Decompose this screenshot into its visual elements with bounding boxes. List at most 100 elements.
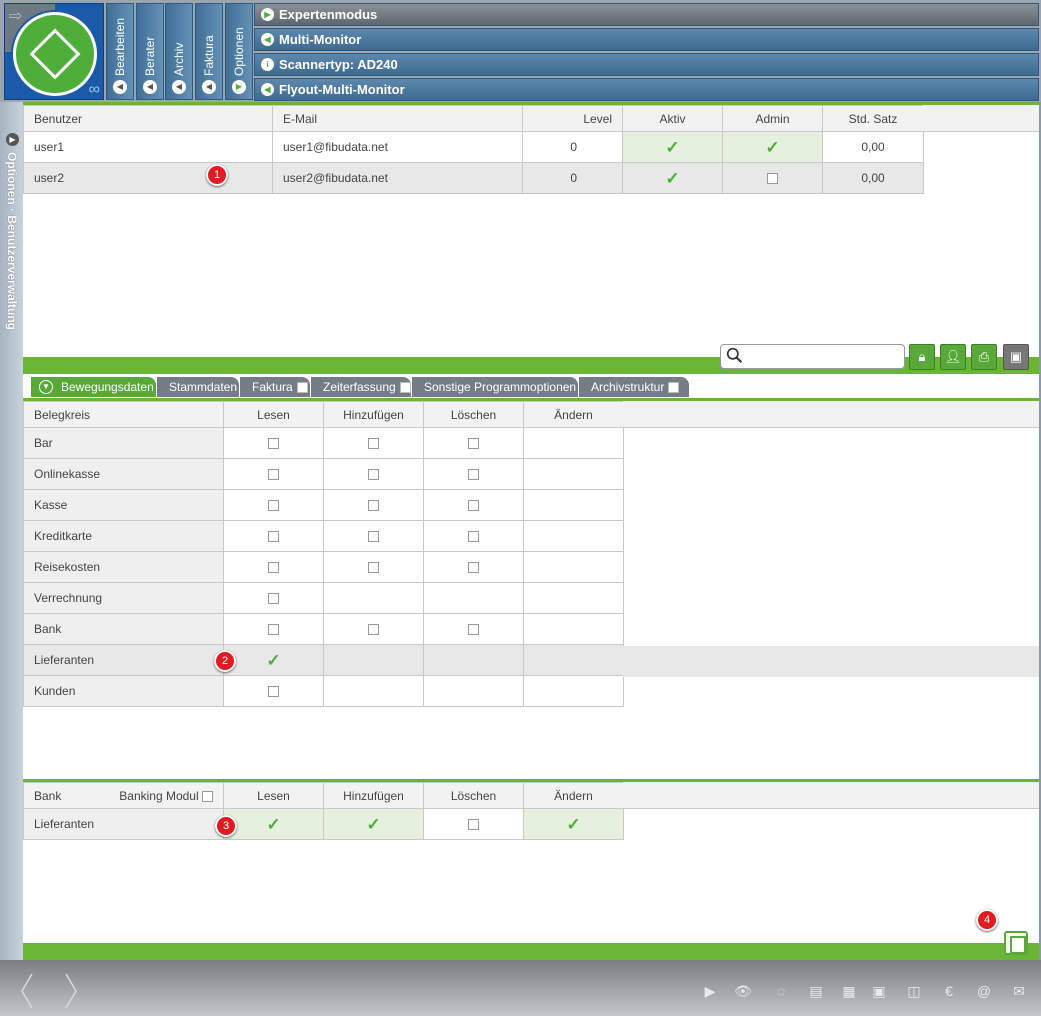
hinzufuegen-cell[interactable] — [323, 520, 424, 552]
loeschen-checkbox[interactable] — [468, 819, 479, 831]
loeschen-cell[interactable] — [423, 520, 524, 552]
lesen-checkbox[interactable] — [268, 469, 279, 481]
lesen-checkbox[interactable] — [268, 500, 279, 512]
lesen-checkbox[interactable] — [268, 686, 279, 698]
loeschen-checkbox[interactable] — [468, 624, 479, 636]
table-row[interactable]: user2 user2@fibudata.net 0 ✓ 0,00 — [23, 162, 924, 194]
tab-stammdaten[interactable]: Stammdaten — [157, 377, 239, 397]
highlight-icon[interactable]: ◌ — [772, 982, 790, 1000]
aktiv-cell[interactable]: ✓ — [622, 162, 723, 194]
print-button[interactable]: ⎙ — [971, 344, 997, 370]
sidebar-tab-optionen[interactable]: Optionen ▶ — [225, 3, 253, 100]
menu-flyout-multi-monitor[interactable]: ◀ Flyout-Multi-Monitor — [254, 78, 1039, 101]
col-header[interactable]: Benutzer — [23, 105, 273, 132]
lesen-checkbox[interactable] — [268, 624, 279, 636]
side-strip[interactable]: ▶ Optionen · Benutzerverwaltung — [0, 102, 23, 960]
document-icon[interactable]: ▤ — [807, 982, 825, 1000]
loeschen-checkbox[interactable] — [468, 438, 479, 450]
lesen-checkbox[interactable] — [268, 562, 279, 574]
menu-scannertyp[interactable]: i Scannertyp: AD240 — [254, 53, 1039, 76]
lock-button[interactable]: 🔒︎ — [909, 344, 935, 370]
col-header[interactable]: Level — [522, 105, 623, 132]
loeschen-checkbox[interactable] — [468, 469, 479, 481]
menu-multi-monitor[interactable]: ◀ Multi-Monitor — [254, 28, 1039, 51]
save-toolbar-button[interactable]: ▣ — [1003, 344, 1029, 370]
loeschen-cell[interactable] — [423, 427, 524, 459]
lesen-cell[interactable] — [223, 551, 324, 583]
nav-back-icon[interactable] — [20, 972, 34, 1010]
lesen-cell[interactable] — [223, 520, 324, 552]
loeschen-checkbox[interactable] — [468, 562, 479, 574]
tab-checkbox[interactable] — [399, 382, 411, 394]
hinzufuegen-checkbox[interactable] — [368, 624, 379, 636]
banking-modul-option[interactable]: Banking Modul — [119, 789, 213, 803]
hinzufuegen-cell[interactable] — [323, 551, 424, 583]
lesen-cell[interactable] — [223, 675, 324, 707]
check-icon[interactable]: ✓ — [665, 139, 679, 156]
app-logo[interactable]: ⇨ ∞ — [4, 3, 104, 100]
admin-cell[interactable] — [722, 162, 823, 194]
youtube-icon[interactable]: ▶ — [701, 982, 719, 1000]
hinzufuegen-checkbox[interactable] — [368, 531, 379, 543]
tab-archivstruktur[interactable]: Archivstruktur — [579, 377, 689, 397]
col-header[interactable]: Std. Satz — [822, 105, 924, 132]
lesen-checkbox[interactable] — [268, 438, 279, 450]
hinzufuegen-cell[interactable] — [323, 427, 424, 459]
save-icon[interactable]: ▣ — [870, 982, 888, 1000]
search-input[interactable] — [720, 344, 905, 369]
chevron-right-icon[interactable]: ▶ — [6, 133, 19, 146]
aendern-cell[interactable]: ✓ — [523, 808, 624, 840]
col-header[interactable]: Admin — [722, 105, 823, 132]
sidebar-tab-bearbeiten[interactable]: Bearbeiten ◀ — [106, 3, 134, 100]
col-header[interactable]: Aktiv — [622, 105, 723, 132]
lesen-cell[interactable] — [223, 613, 324, 645]
mail-icon[interactable]: ✉ — [1010, 982, 1028, 1000]
hinzufuegen-checkbox[interactable] — [368, 500, 379, 512]
euro-icon[interactable]: € — [940, 982, 958, 1000]
tab-sonstige-programmoptionen[interactable]: Sonstige Programmoptionen — [412, 377, 578, 397]
sidebar-tab-berater[interactable]: Berater ◀ — [136, 3, 164, 100]
add-user-button[interactable]: 👤︎ — [940, 344, 966, 370]
tab-faktura[interactable]: Faktura — [240, 377, 310, 397]
save-button[interactable] — [1004, 931, 1028, 955]
sidebar-tab-faktura[interactable]: Faktura ◀ — [195, 3, 223, 100]
lesen-cell[interactable] — [223, 427, 324, 459]
col-header[interactable]: E-Mail — [272, 105, 523, 132]
loeschen-cell[interactable] — [423, 489, 524, 521]
eye-icon[interactable]: 👁︎ — [734, 982, 752, 1000]
edit-document-icon[interactable]: ▦ — [840, 982, 858, 1000]
tab-zeiterfassung[interactable]: Zeiterfassung — [311, 377, 411, 397]
check-icon[interactable]: ✓ — [266, 816, 280, 833]
lesen-checkbox[interactable] — [268, 531, 279, 543]
loeschen-checkbox[interactable] — [468, 500, 479, 512]
banking-modul-checkbox[interactable] — [202, 790, 213, 802]
check-icon[interactable]: ✓ — [266, 652, 280, 669]
menu-expertenmodus[interactable]: ▶ Expertenmodus — [254, 3, 1039, 26]
nav-forward-icon[interactable] — [64, 972, 78, 1010]
admin-cell[interactable]: ✓ — [722, 131, 823, 163]
hinzufuegen-cell[interactable] — [323, 613, 424, 645]
hinzufuegen-cell[interactable] — [323, 489, 424, 521]
aktiv-cell[interactable]: ✓ — [622, 131, 723, 163]
check-icon[interactable]: ✓ — [665, 170, 679, 187]
hinzufuegen-checkbox[interactable] — [368, 562, 379, 574]
tab-checkbox[interactable] — [296, 382, 308, 394]
at-icon[interactable]: @ — [975, 982, 993, 1000]
loeschen-cell[interactable] — [423, 808, 524, 840]
loeschen-cell[interactable] — [423, 613, 524, 645]
hinzufuegen-cell[interactable]: ✓ — [323, 808, 424, 840]
check-icon[interactable]: ✓ — [366, 816, 380, 833]
tab-bewegungsdaten[interactable]: ▼ Bewegungsdaten — [31, 377, 156, 397]
sidebar-tab-archiv[interactable]: Archiv ◀ — [165, 3, 193, 100]
hinzufuegen-cell[interactable] — [323, 458, 424, 490]
loeschen-cell[interactable] — [423, 551, 524, 583]
hinzufuegen-checkbox[interactable] — [368, 469, 379, 481]
lesen-cell[interactable]: ✓ — [223, 644, 324, 676]
check-icon[interactable]: ✓ — [566, 816, 580, 833]
hinzufuegen-checkbox[interactable] — [368, 438, 379, 450]
piggy-icon[interactable]: ◫ — [905, 982, 923, 1000]
admin-checkbox[interactable] — [767, 173, 778, 185]
lesen-cell[interactable] — [223, 489, 324, 521]
check-icon[interactable]: ✓ — [765, 139, 779, 156]
lesen-cell[interactable]: ✓ — [223, 808, 324, 840]
